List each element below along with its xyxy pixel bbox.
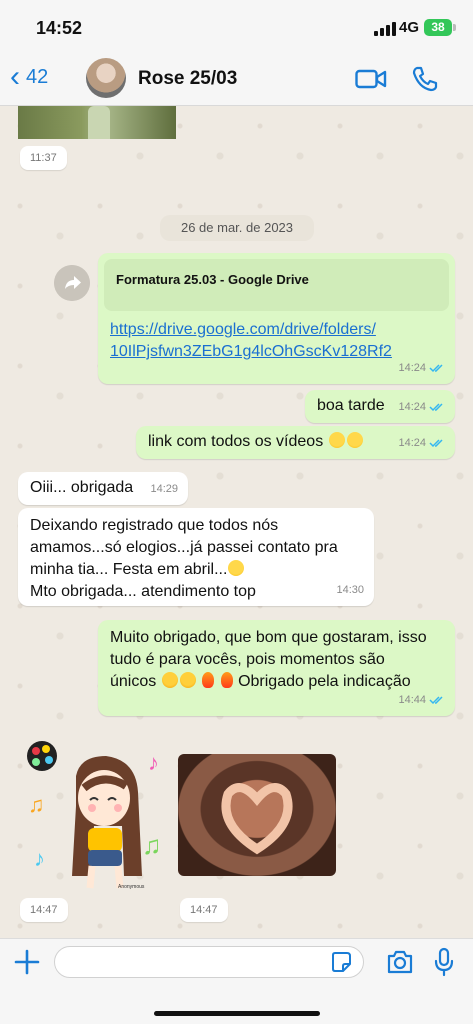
party-face-emoji-icon <box>161 672 178 688</box>
contact-name[interactable]: Rose 25/03 <box>138 68 237 90</box>
drive-link-line1[interactable]: https://drive.google.com/drive/folders/ <box>110 319 410 341</box>
message-line-text: minha tia... Festa em abril... <box>30 561 228 578</box>
svg-text:♫: ♫ <box>142 830 162 860</box>
sticker-watermark: Anonymous <box>118 884 145 890</box>
forward-icon[interactable] <box>54 265 90 301</box>
outgoing-message[interactable]: link com todos os vídeos 14:24 <box>136 426 455 459</box>
link-preview-card[interactable]: Formatura 25.03 - Google Drive <box>104 259 449 311</box>
drive-link-line2[interactable]: 10IlPjsfwn3ZEbG1g4lcOhGscKv128Rf2 <box>110 341 410 363</box>
message-line-text: Obrigado pela indicação <box>238 673 411 690</box>
drive-link[interactable]: https://drive.google.com/drive/folders/ … <box>110 319 410 363</box>
message-line: Deixando registrado que todos nós <box>30 517 279 534</box>
message-time: 14:44 <box>398 694 426 706</box>
party-face-emoji-icon <box>179 672 196 688</box>
fire-emoji-icon <box>202 672 215 688</box>
network-label: 4G <box>399 19 420 36</box>
message-time: 14:29 <box>150 483 178 495</box>
svg-text:♪: ♪ <box>148 750 159 775</box>
message-meta: 14:24 <box>398 432 445 454</box>
message-meta: 14:44 <box>398 689 445 711</box>
message-line: tudo é para vocês, pois momentos são <box>110 651 385 668</box>
message-text-content: link com todos os vídeos <box>148 433 324 450</box>
chevron-left-icon: ‹ <box>10 60 20 93</box>
link-preview-title: Formatura 25.03 - Google Drive <box>116 272 309 287</box>
plus-icon[interactable] <box>14 949 40 975</box>
sticker-icon[interactable] <box>330 951 352 973</box>
avatar[interactable] <box>86 58 126 98</box>
chat-header: ‹ 42 Rose 25/03 <box>0 56 473 106</box>
message-time: 11:37 <box>20 146 67 170</box>
message-line: amamos...só elogios...já passei contato … <box>30 539 338 556</box>
message-composer <box>0 938 473 1024</box>
outgoing-message[interactable]: Muito obrigado, que bom que gostaram, is… <box>98 620 455 716</box>
message-meta: 14:29 <box>150 478 178 500</box>
battery-level: 38 <box>431 20 445 34</box>
message-time: 14:24 <box>398 437 426 449</box>
message-line: únicos Obrigado pela indicação <box>110 671 443 693</box>
cartoon-girl-sticker[interactable]: ♪ ♫ ♪ ♫ <box>24 736 174 896</box>
message-meta: 14:24 <box>398 396 445 418</box>
message-time: 14:47 <box>180 898 228 922</box>
date-divider: 26 de mar. de 2023 <box>160 215 314 241</box>
message-line: Muito obrigado, que bom que gostaram, is… <box>110 629 427 646</box>
signal-icon <box>374 22 396 36</box>
message-meta: 14:30 <box>336 579 364 601</box>
read-ticks-icon <box>429 696 443 705</box>
message-line: Mto obrigada... atendimento top <box>30 583 256 600</box>
outgoing-message[interactable]: boa tarde 14:24 <box>305 390 455 423</box>
heart-hands-photo-sticker[interactable] <box>178 754 336 876</box>
phone-call-icon[interactable] <box>411 65 439 93</box>
message-text: Muito obrigado, que bom que gostaram, is… <box>98 620 455 700</box>
message-time: 14:47 <box>20 898 68 922</box>
incoming-message[interactable]: Deixando registrado que todos nós amamos… <box>18 508 374 606</box>
home-indicator <box>154 1011 320 1016</box>
grin-emoji-icon <box>328 432 345 448</box>
camera-icon[interactable] <box>386 949 414 975</box>
message-input[interactable] <box>54 946 364 978</box>
svg-text:♪: ♪ <box>34 846 45 871</box>
read-ticks-icon <box>429 439 443 448</box>
battery-icon: 38 <box>424 19 456 36</box>
message-time: 14:24 <box>398 362 426 374</box>
message-line: minha tia... Festa em abril... <box>30 559 362 581</box>
status-bar: 14:52 4G 38 <box>0 0 473 56</box>
microphone-icon[interactable] <box>433 947 455 977</box>
message-time: 14:24 <box>398 401 426 413</box>
image-message[interactable] <box>18 106 176 139</box>
read-ticks-icon <box>429 364 443 373</box>
message-meta: 14:24 <box>398 357 445 379</box>
heart-hands-icon <box>221 783 293 855</box>
svg-text:♫: ♫ <box>28 792 45 817</box>
read-ticks-icon <box>429 403 443 412</box>
message-time: 14:30 <box>336 584 364 596</box>
chat-area[interactable]: 11:37 26 de mar. de 2023 Formatura 25.03… <box>0 106 473 938</box>
back-count: 42 <box>26 65 49 88</box>
fire-emoji-icon <box>220 672 233 688</box>
incoming-message[interactable]: Oiii... obrigada 14:29 <box>18 472 188 505</box>
video-call-icon[interactable] <box>355 68 387 90</box>
back-button[interactable]: ‹ 42 <box>10 60 49 93</box>
grin-emoji-icon <box>346 432 363 448</box>
message-line-text: únicos <box>110 673 157 690</box>
wink-emoji-icon <box>228 560 245 576</box>
link-message-bubble[interactable]: Formatura 25.03 - Google Drive https://d… <box>98 253 455 384</box>
message-text: Deixando registrado que todos nós amamos… <box>18 508 374 610</box>
status-time: 14:52 <box>36 18 83 38</box>
